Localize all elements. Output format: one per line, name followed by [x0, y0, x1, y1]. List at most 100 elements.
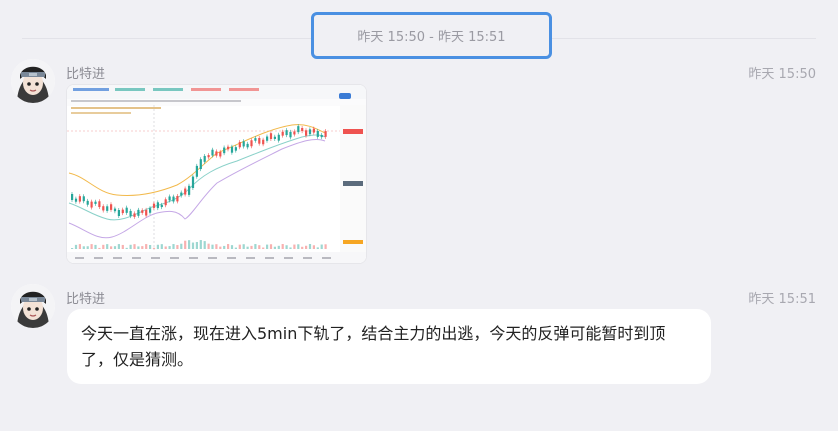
time-range-label: 昨天 15:50 - 昨天 15:51: [351, 26, 512, 45]
volume-bar: [312, 245, 315, 249]
volume-bar: [234, 247, 237, 249]
candle-body: [219, 151, 222, 157]
candle-body: [207, 155, 210, 158]
volume-bar: [74, 244, 78, 249]
divider-right: [552, 38, 816, 39]
volume-bar: [164, 246, 167, 249]
volume-bar: [211, 244, 214, 249]
volume-bar: [195, 241, 198, 249]
candle-body: [164, 199, 167, 206]
candle-body: [230, 146, 234, 153]
volume-bar: [152, 247, 156, 249]
volume-bar: [215, 244, 218, 249]
candle-body: [293, 131, 296, 135]
candle-body: [324, 131, 327, 137]
volume-bar: [277, 245, 280, 249]
volume-bar: [316, 247, 319, 249]
volume-bar: [82, 246, 85, 249]
time-axis-tick: [284, 257, 293, 259]
volume-bar: [230, 245, 234, 249]
volume-bar: [94, 244, 97, 249]
avatar[interactable]: [11, 284, 55, 328]
volume-bar: [110, 246, 113, 249]
volume-bar: [141, 246, 144, 249]
candle-body: [117, 210, 120, 216]
time-axis-tick: [227, 257, 236, 259]
candle-body: [149, 208, 152, 213]
volume-bar: [207, 243, 210, 249]
volume-bar: [320, 244, 323, 249]
candle-body: [110, 204, 113, 210]
candle-body: [74, 198, 78, 202]
candle-body: [273, 136, 276, 139]
message-text: 今天一直在涨，现在进入5min下轨了，结合主力的出逃，今天的反弹可能暂时到顶了，…: [81, 324, 666, 369]
candle-body: [137, 209, 140, 216]
volume-bar: [301, 246, 304, 249]
candle-body: [203, 155, 206, 162]
volume-bar: [78, 244, 81, 249]
volume-bar: [285, 245, 288, 249]
candle-body: [316, 131, 319, 137]
message-time: 昨天 15:50: [748, 67, 816, 82]
time-axis-tick: [265, 257, 274, 259]
volume-bar: [160, 244, 163, 249]
candle-body: [129, 210, 132, 217]
volume-bar: [246, 246, 249, 249]
time-axis-tick: [170, 257, 179, 259]
candle-body: [133, 213, 136, 217]
candle-body: [141, 210, 144, 213]
candle-body: [312, 128, 315, 133]
volume-bar: [176, 245, 179, 249]
chart-screenshot-image[interactable]: [66, 84, 367, 264]
volume-bar: [180, 243, 183, 249]
volume-bar: [86, 246, 89, 249]
time-axis-tick: [322, 257, 331, 259]
volume-bar: [324, 244, 327, 249]
candle-body: [266, 136, 269, 141]
time-axis-tick: [208, 257, 217, 259]
candle-body: [152, 203, 156, 208]
candle-body: [277, 134, 280, 141]
volume-bar: [145, 244, 148, 249]
sender-name: 比特进: [66, 67, 106, 82]
volume-bar: [129, 244, 132, 249]
time-axis-tick: [246, 257, 255, 259]
candle-body: [234, 147, 237, 151]
candle-body: [121, 209, 124, 214]
volume-bar: [102, 244, 105, 249]
time-axis-tick: [189, 257, 198, 259]
candle-body: [301, 128, 304, 132]
candle-body: [191, 176, 195, 189]
candle-body: [215, 151, 218, 156]
avatar[interactable]: [11, 59, 55, 103]
volume-bar: [305, 245, 308, 249]
time-axis-tick: [132, 257, 141, 259]
volume-bar: [199, 240, 202, 249]
candle-body: [113, 208, 117, 212]
candle-body: [195, 165, 198, 177]
volume-bar: [258, 245, 261, 249]
volume-bar: [262, 247, 265, 249]
volume-bar: [250, 245, 253, 249]
candle-body: [160, 204, 163, 208]
candle-body: [262, 139, 265, 145]
volume-bar: [117, 244, 120, 249]
volume-bar: [293, 244, 296, 249]
volume-bar: [137, 246, 140, 249]
volume-bar: [297, 244, 300, 249]
candle-body: [106, 206, 109, 211]
volume-bar: [172, 244, 175, 249]
candle-body: [211, 149, 214, 156]
candle-body: [199, 159, 202, 170]
candle-body: [98, 201, 101, 208]
message-text-bubble[interactable]: 今天一直在涨，现在进入5min下轨了，结合主力的出逃，今天的反弹可能暂时到顶了，…: [67, 309, 711, 384]
candle-body: [320, 134, 323, 138]
time-range-separator: 昨天 15:50 - 昨天 15:51: [311, 12, 552, 59]
candle-body: [223, 147, 226, 154]
volume-bar: [156, 244, 159, 249]
time-axis-tick: [151, 257, 160, 259]
volume-bar: [184, 240, 187, 249]
volume-bar: [266, 244, 269, 249]
candle-body: [82, 196, 85, 202]
volume-bar: [242, 244, 245, 249]
